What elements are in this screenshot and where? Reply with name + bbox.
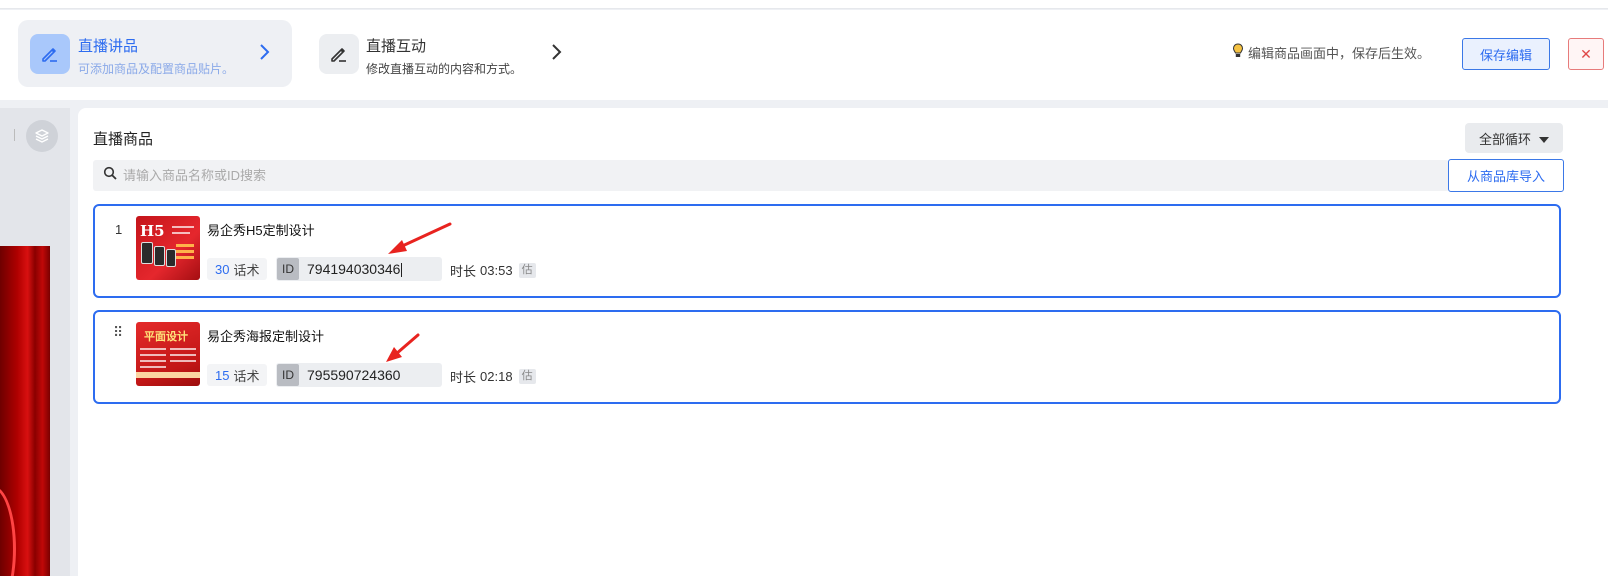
panel-title: 直播商品 — [93, 131, 154, 148]
annotation-arrow-icon — [388, 222, 452, 254]
script-count: 30 — [215, 261, 230, 277]
loop-mode-select[interactable]: 全部循环 — [1465, 123, 1563, 153]
duration-value: 03:53 — [480, 263, 513, 278]
edit-pen-icon — [319, 34, 359, 74]
product-thumbnail: 平面设计 — [136, 322, 200, 386]
step-product-explain[interactable]: 直播讲品 可添加商品及配置商品贴片。 — [18, 20, 292, 87]
duration-info: 时长 02:18 估 — [450, 367, 536, 386]
id-tag: ID — [277, 258, 299, 280]
product-panel: 直播商品 全部循环 从商品库导入 1 H5 易企秀H5定制设计 30 话术 — [78, 108, 1608, 576]
duration-label: 时长 — [450, 370, 477, 385]
script-count-badge[interactable]: 15 话术 — [207, 364, 268, 386]
script-label: 话术 — [233, 368, 260, 384]
search-input[interactable] — [123, 168, 1423, 183]
tip-text: 编辑商品画面中，保存后生效。 — [1248, 46, 1431, 61]
live-preview-image — [0, 246, 50, 576]
layers-icon[interactable] — [26, 120, 58, 152]
chevron-right-icon — [258, 42, 272, 67]
annotation-arrow-icon — [386, 333, 420, 362]
script-count: 15 — [215, 367, 230, 383]
estimate-badge: 估 — [518, 263, 536, 278]
editor-header: 直播讲品 可添加商品及配置商品贴片。 直播互动 修改直播互动的内容和方式。 编辑… — [0, 10, 1608, 100]
product-id-field[interactable]: ID 794194030346 — [276, 257, 442, 281]
step-subtitle: 修改直播互动的内容和方式。 — [366, 62, 523, 76]
save-edit-button[interactable]: 保存编辑 — [1462, 38, 1550, 70]
estimate-badge: 估 — [518, 369, 536, 384]
save-tip: 编辑商品画面中，保存后生效。 — [1232, 43, 1430, 62]
duration-info: 时长 03:53 估 — [450, 261, 536, 280]
step-subtitle: 可添加商品及配置商品贴片。 — [78, 62, 235, 76]
duration-value: 02:18 — [480, 369, 513, 384]
step-live-interaction[interactable]: 直播互动 修改直播互动的内容和方式。 — [310, 20, 580, 87]
product-thumbnail: H5 — [136, 216, 200, 280]
caret-down-icon — [1539, 131, 1549, 146]
chevron-right-icon — [550, 42, 564, 67]
product-index: 1 — [115, 222, 123, 237]
import-from-library-button[interactable]: 从商品库导入 — [1448, 159, 1564, 192]
lightbulb-icon — [1232, 43, 1244, 62]
thumbnail-text: 平面设计 — [144, 330, 188, 343]
product-card[interactable]: 1 H5 易企秀H5定制设计 30 话术 ID 794194030346 时长 … — [93, 204, 1561, 298]
product-id-value: 795590724360 — [307, 367, 401, 383]
id-tag: ID — [277, 364, 299, 386]
script-label: 话术 — [233, 262, 260, 278]
search-bar — [93, 160, 1449, 191]
step-title: 直播互动 — [366, 38, 427, 55]
preview-panel — [0, 108, 70, 576]
product-id-value: 794194030346 — [307, 260, 403, 278]
step-title: 直播讲品 — [78, 38, 139, 55]
loop-mode-value: 全部循环 — [1478, 131, 1531, 147]
search-icon — [103, 166, 117, 185]
product-card[interactable]: ⠿ 平面设计 易企秀海报定制设计 15 话术 ID 795590724360 时… — [93, 310, 1561, 404]
product-name: 易企秀海报定制设计 — [207, 329, 325, 344]
product-name: 易企秀H5定制设计 — [207, 223, 315, 238]
product-id-field[interactable]: ID 795590724360 — [276, 363, 442, 387]
duration-label: 时长 — [450, 264, 477, 279]
close-icon[interactable]: ✕ — [1568, 38, 1604, 70]
divider — [14, 129, 15, 141]
window-top-strip — [0, 0, 1608, 9]
thumbnail-text: H5 — [140, 222, 165, 240]
edit-pen-icon — [30, 34, 70, 74]
script-count-badge[interactable]: 30 话术 — [207, 258, 268, 280]
drag-handle-icon[interactable]: ⠿ — [113, 324, 123, 341]
